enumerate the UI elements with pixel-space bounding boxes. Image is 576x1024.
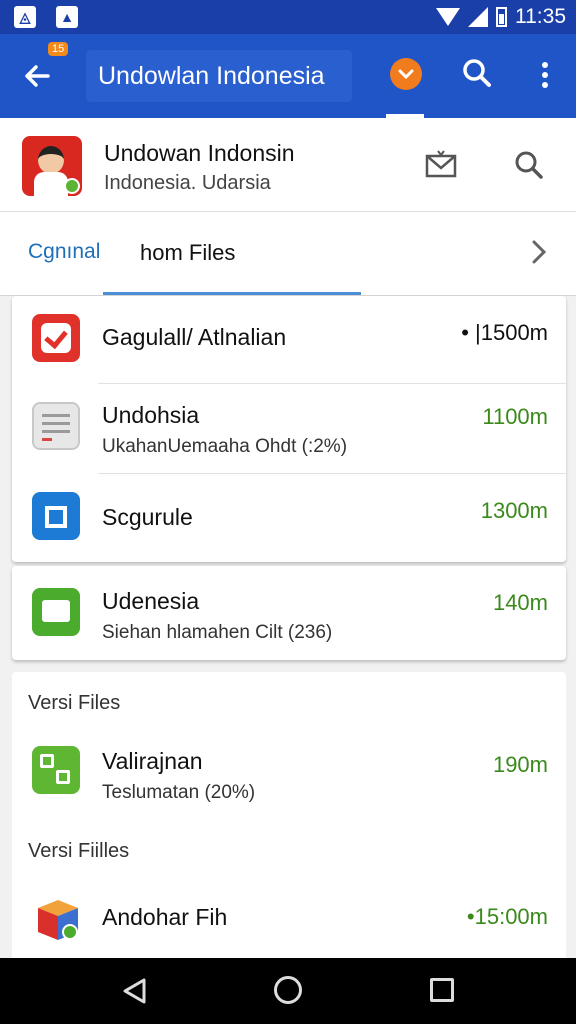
app-title: Undowan Indonsin xyxy=(104,140,295,166)
status-time: 11:35 xyxy=(515,5,566,28)
back-button[interactable] xyxy=(18,56,58,96)
checkmark-icon xyxy=(32,314,80,362)
item-subtitle: UkahanUemaaha Ohdt (:2%) xyxy=(102,436,348,457)
item-size: 190m xyxy=(492,752,548,777)
arrow-left-icon xyxy=(25,65,50,87)
versions-panel: Versi Files Valirajnan Teslumatan (20%) … xyxy=(12,672,566,962)
search-icon xyxy=(463,59,491,87)
nav-recents-button[interactable] xyxy=(430,978,454,1002)
tab-files[interactable]: hom Files xyxy=(140,240,235,266)
list-item[interactable]: Scgurule 1300m xyxy=(12,474,566,562)
app-header-card: Undowan Indonsin Indonesia. Udarsia xyxy=(0,118,576,212)
chevron-right-icon xyxy=(532,240,547,264)
mail-icon xyxy=(425,150,457,178)
mail-icon xyxy=(32,588,80,636)
item-size: 140m xyxy=(492,590,548,615)
list-item[interactable]: Gagulall/ Atlnalian • |1500m xyxy=(12,296,566,384)
tab-next-button[interactable] xyxy=(528,236,552,268)
chevron-down-icon xyxy=(398,69,414,80)
navigation-bar xyxy=(0,958,576,1024)
store-icon xyxy=(32,492,80,540)
item-title: Valirajnan xyxy=(102,748,203,774)
cube-shape xyxy=(38,900,78,940)
app-bar: 15 Undowlan Indonesia xyxy=(0,34,576,118)
notification-badge: 15 xyxy=(48,42,69,56)
grid-app-icon xyxy=(32,746,80,794)
dropdown-button[interactable] xyxy=(390,58,422,90)
item-title: Undohsia xyxy=(102,402,200,428)
tab-indicator xyxy=(103,292,361,295)
notification-icon: ◬ xyxy=(14,6,36,28)
item-title: Udenesia xyxy=(102,588,200,614)
document-icon xyxy=(32,402,80,450)
nav-home-button[interactable] xyxy=(274,976,302,1004)
list-item[interactable]: Andohar Fih •15:00m xyxy=(12,886,566,962)
item-subtitle: Teslumatan (20%) xyxy=(102,782,256,803)
item-title: Gagulall/ Atlnalian xyxy=(102,324,287,350)
mail-button[interactable] xyxy=(424,148,458,180)
tab-original[interactable]: Cgnınal xyxy=(28,240,100,264)
nav-back-button[interactable] xyxy=(120,976,150,1006)
more-dot-icon xyxy=(542,62,548,68)
item-size: • |1500m xyxy=(461,320,548,345)
header-search-button[interactable] xyxy=(512,148,546,182)
item-size: •15:00m xyxy=(466,904,548,929)
triangle-back-icon xyxy=(123,978,146,1004)
list-item[interactable]: Undohsia UkahanUemaaha Ohdt (:2%) 1100m xyxy=(12,384,566,474)
file-list-card: Udenesia Siehan hlamahen Cilt (236) 140m xyxy=(12,566,566,660)
tab-bar: Cgnınal hom Files xyxy=(0,212,576,296)
status-bar: ◬ ▲ 11:35 xyxy=(0,0,576,34)
cube-icon xyxy=(32,894,80,942)
search-field[interactable]: Undowlan Indonesia xyxy=(86,50,352,102)
item-size: 1100m xyxy=(482,404,548,429)
list-item[interactable]: Valirajnan Teslumatan (20%) 190m xyxy=(12,736,566,812)
section-header: Versi Fiilles xyxy=(28,840,130,862)
file-list-card: Gagulall/ Atlnalian • |1500m Undohsia Uk… xyxy=(12,296,566,562)
search-icon xyxy=(515,151,543,179)
list-item[interactable]: Udenesia Siehan hlamahen Cilt (236) 140m xyxy=(12,566,566,660)
battery-icon xyxy=(496,7,507,27)
app-notification-icon: ▲ xyxy=(56,6,78,28)
more-options-button[interactable] xyxy=(532,58,558,92)
app-logo-icon xyxy=(22,136,82,196)
signal-icon xyxy=(468,7,488,27)
more-dot-icon xyxy=(542,72,548,78)
item-title: Andohar Fih xyxy=(102,904,228,930)
search-button[interactable] xyxy=(460,56,494,90)
more-dot-icon xyxy=(542,82,548,88)
app-subtitle: Indonesia. Udarsia xyxy=(104,172,271,194)
item-subtitle: Siehan hlamahen Cilt (236) xyxy=(102,622,333,643)
item-size: 1300m xyxy=(480,498,548,523)
section-header: Versi Files xyxy=(28,692,121,714)
item-title: Scgurule xyxy=(102,504,193,530)
wifi-icon xyxy=(436,8,460,26)
